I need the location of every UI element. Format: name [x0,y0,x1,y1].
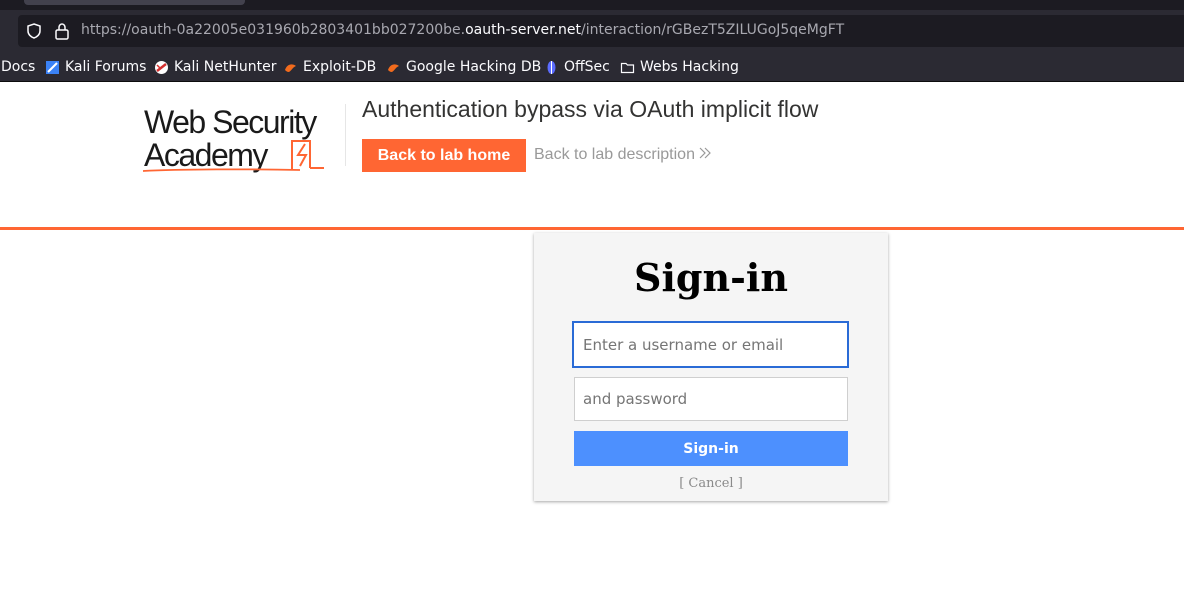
logo-line-1: Web Security [144,104,317,140]
bookmark-label: Google Hacking DB [406,59,542,75]
address-bar[interactable]: https://oauth-0a22005e031960b2803401bb02… [18,15,1184,47]
bookmark-google-hacking-db[interactable]: Google Hacking DB [386,57,541,77]
bookmark-offsec[interactable]: OffSec [544,57,610,77]
cancel-link[interactable]: [ Cancel ] [534,476,888,491]
logo-divider [345,104,346,166]
bookmark-label: Docs [1,59,36,75]
password-input[interactable] [574,377,848,421]
signin-button[interactable]: Sign-in [574,431,848,466]
lock-icon[interactable] [54,22,70,40]
back-to-lab-description-label: Back to lab description [534,146,695,163]
double-chevron-right-icon [699,147,711,159]
browser-active-tab[interactable] [24,0,245,5]
header-divider [0,227,1184,230]
username-input[interactable] [572,321,849,368]
signin-title: Sign-in [634,255,788,300]
offsec-icon [547,60,556,74]
logo-bolt-icon [296,143,308,167]
bookmark-label: Kali NetHunter [174,59,277,75]
url-prefix: https://oauth-0a22005e031960b2803401bb02… [81,22,466,38]
bookmark-folder-webs-hacking[interactable]: Webs Hacking [620,57,739,77]
back-to-lab-home-button[interactable]: Back to lab home [362,139,526,172]
bookmarks-toolbar: Docs Kali Forums Kali NetHunter Exploit-… [0,52,1184,82]
tracking-protection-shield-icon[interactable] [26,23,42,39]
ghdb-icon [388,63,399,72]
lab-title: Authentication bypass via OAuth implicit… [362,96,819,122]
bookmark-label: Exploit-DB [303,59,377,75]
kali-nethunter-icon [155,60,168,74]
bookmark-label: Webs Hacking [640,59,739,75]
bookmark-label: OffSec [564,59,610,75]
bookmark-docs[interactable]: Docs [1,57,35,77]
back-to-lab-description-link[interactable]: Back to lab description [534,146,712,164]
bookmark-kali-forums[interactable]: Kali Forums [45,57,146,77]
kali-forums-icon [46,60,59,74]
browser-navbar: https://oauth-0a22005e031960b2803401bb02… [0,10,1184,52]
url-path: /interaction/rGBezT5ZILUGoJ5qeMgFT [581,22,845,38]
bookmark-label: Kali Forums [65,59,147,75]
signin-card: Sign-in Sign-in [ Cancel ] [534,233,888,501]
exploit-db-icon [285,63,296,72]
browser-tab-strip [0,0,1184,10]
folder-icon [620,62,635,73]
bookmark-kali-nethunter[interactable]: Kali NetHunter [154,57,276,77]
url-host: oauth-server.net [465,22,581,38]
bookmark-exploit-db[interactable]: Exploit-DB [283,57,376,77]
logo-line-2: Academy [144,137,268,173]
web-security-academy-logo[interactable]: Web Security Academy [140,100,345,175]
url-text[interactable]: https://oauth-0a22005e031960b2803401bb02… [81,22,844,38]
